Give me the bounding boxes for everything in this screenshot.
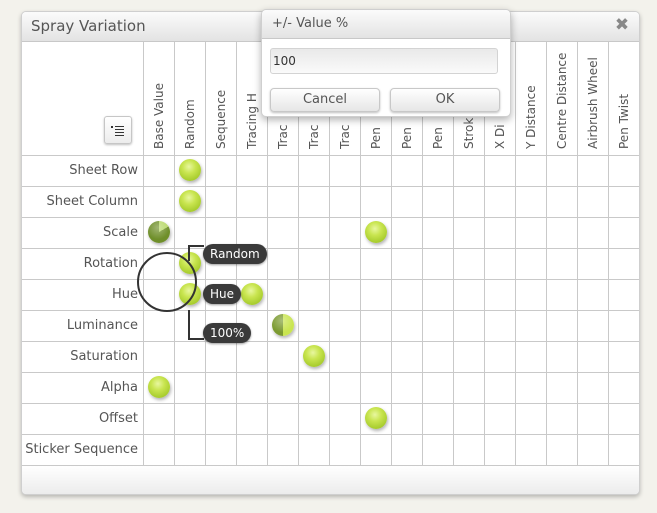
column-header[interactable]: Airbrush Wheel	[577, 42, 608, 155]
variation-dot[interactable]	[179, 190, 201, 212]
column-header[interactable]: Y Distance	[515, 42, 546, 155]
close-icon[interactable]: ✖	[613, 16, 631, 34]
percent-label-pill[interactable]: 100%	[203, 323, 252, 343]
column-header-label: Pen Twist	[616, 93, 631, 149]
value-input[interactable]	[270, 48, 498, 74]
cancel-button[interactable]: Cancel	[270, 88, 380, 112]
ok-button[interactable]: OK	[390, 88, 500, 112]
panel-footer	[22, 466, 639, 494]
variation-dot[interactable]	[365, 221, 387, 243]
random-label-pill[interactable]: Random	[203, 244, 267, 264]
column-header-label: Strok	[461, 117, 476, 149]
variation-dot[interactable]	[148, 221, 170, 243]
value-percent-dialog: +/- Value % Cancel OK	[261, 9, 511, 117]
column-header-label: Trac	[306, 124, 321, 149]
row-label[interactable]: Rotation	[22, 248, 138, 279]
column-header-label: Base Value	[151, 83, 166, 149]
grid-col-line	[639, 42, 640, 465]
column-header-label: Y Distance	[523, 85, 538, 149]
column-header-label: Trac	[275, 124, 290, 149]
column-header[interactable]: Pen Twist	[608, 42, 639, 155]
column-header[interactable]: Centre Distance	[546, 42, 577, 155]
row-label[interactable]: Sheet Row	[22, 155, 138, 186]
row-label[interactable]: Luminance	[22, 310, 138, 341]
list-menu-icon	[111, 126, 113, 128]
variation-dot[interactable]	[241, 283, 263, 305]
column-header-label: Pen	[368, 127, 383, 149]
dialog-title: +/- Value %	[272, 16, 349, 31]
row-label[interactable]: Hue	[22, 279, 138, 310]
column-header[interactable]: Sequence	[205, 42, 236, 155]
selection-ring[interactable]	[137, 252, 197, 312]
column-header[interactable]: Base Value	[143, 42, 174, 155]
list-menu-button[interactable]	[104, 116, 132, 144]
variation-dot[interactable]	[365, 407, 387, 429]
row-label[interactable]: Offset	[22, 403, 138, 434]
dialog-title-bar: +/- Value %	[262, 10, 510, 39]
variation-dot[interactable]	[179, 159, 201, 181]
top-bracket	[188, 245, 204, 261]
column-header-label: Pen	[399, 127, 414, 149]
column-header[interactable]: Random	[174, 42, 205, 155]
column-header-label: Sequence	[213, 89, 228, 149]
bottom-bracket	[188, 310, 204, 340]
panel-title: Spray Variation	[31, 17, 146, 35]
column-header-label: Trac	[337, 124, 352, 149]
column-header-label: Pen	[430, 127, 445, 149]
hue-label-pill[interactable]: Hue	[203, 284, 242, 304]
variation-dot[interactable]	[272, 314, 294, 336]
variation-dot[interactable]	[148, 376, 170, 398]
column-header-label: Tracing H	[244, 93, 259, 149]
column-header-label: Airbrush Wheel	[585, 57, 600, 149]
row-label[interactable]: Alpha	[22, 372, 138, 403]
column-header-label: Random	[182, 99, 197, 149]
column-header-label: X Di	[492, 124, 507, 149]
column-header-label: Centre Distance	[554, 52, 569, 149]
row-label[interactable]: Sticker Sequence	[22, 434, 138, 465]
row-label[interactable]: Sheet Column	[22, 186, 138, 217]
row-label[interactable]: Saturation	[22, 341, 138, 372]
variation-dot[interactable]	[303, 345, 325, 367]
row-label[interactable]: Scale	[22, 217, 138, 248]
